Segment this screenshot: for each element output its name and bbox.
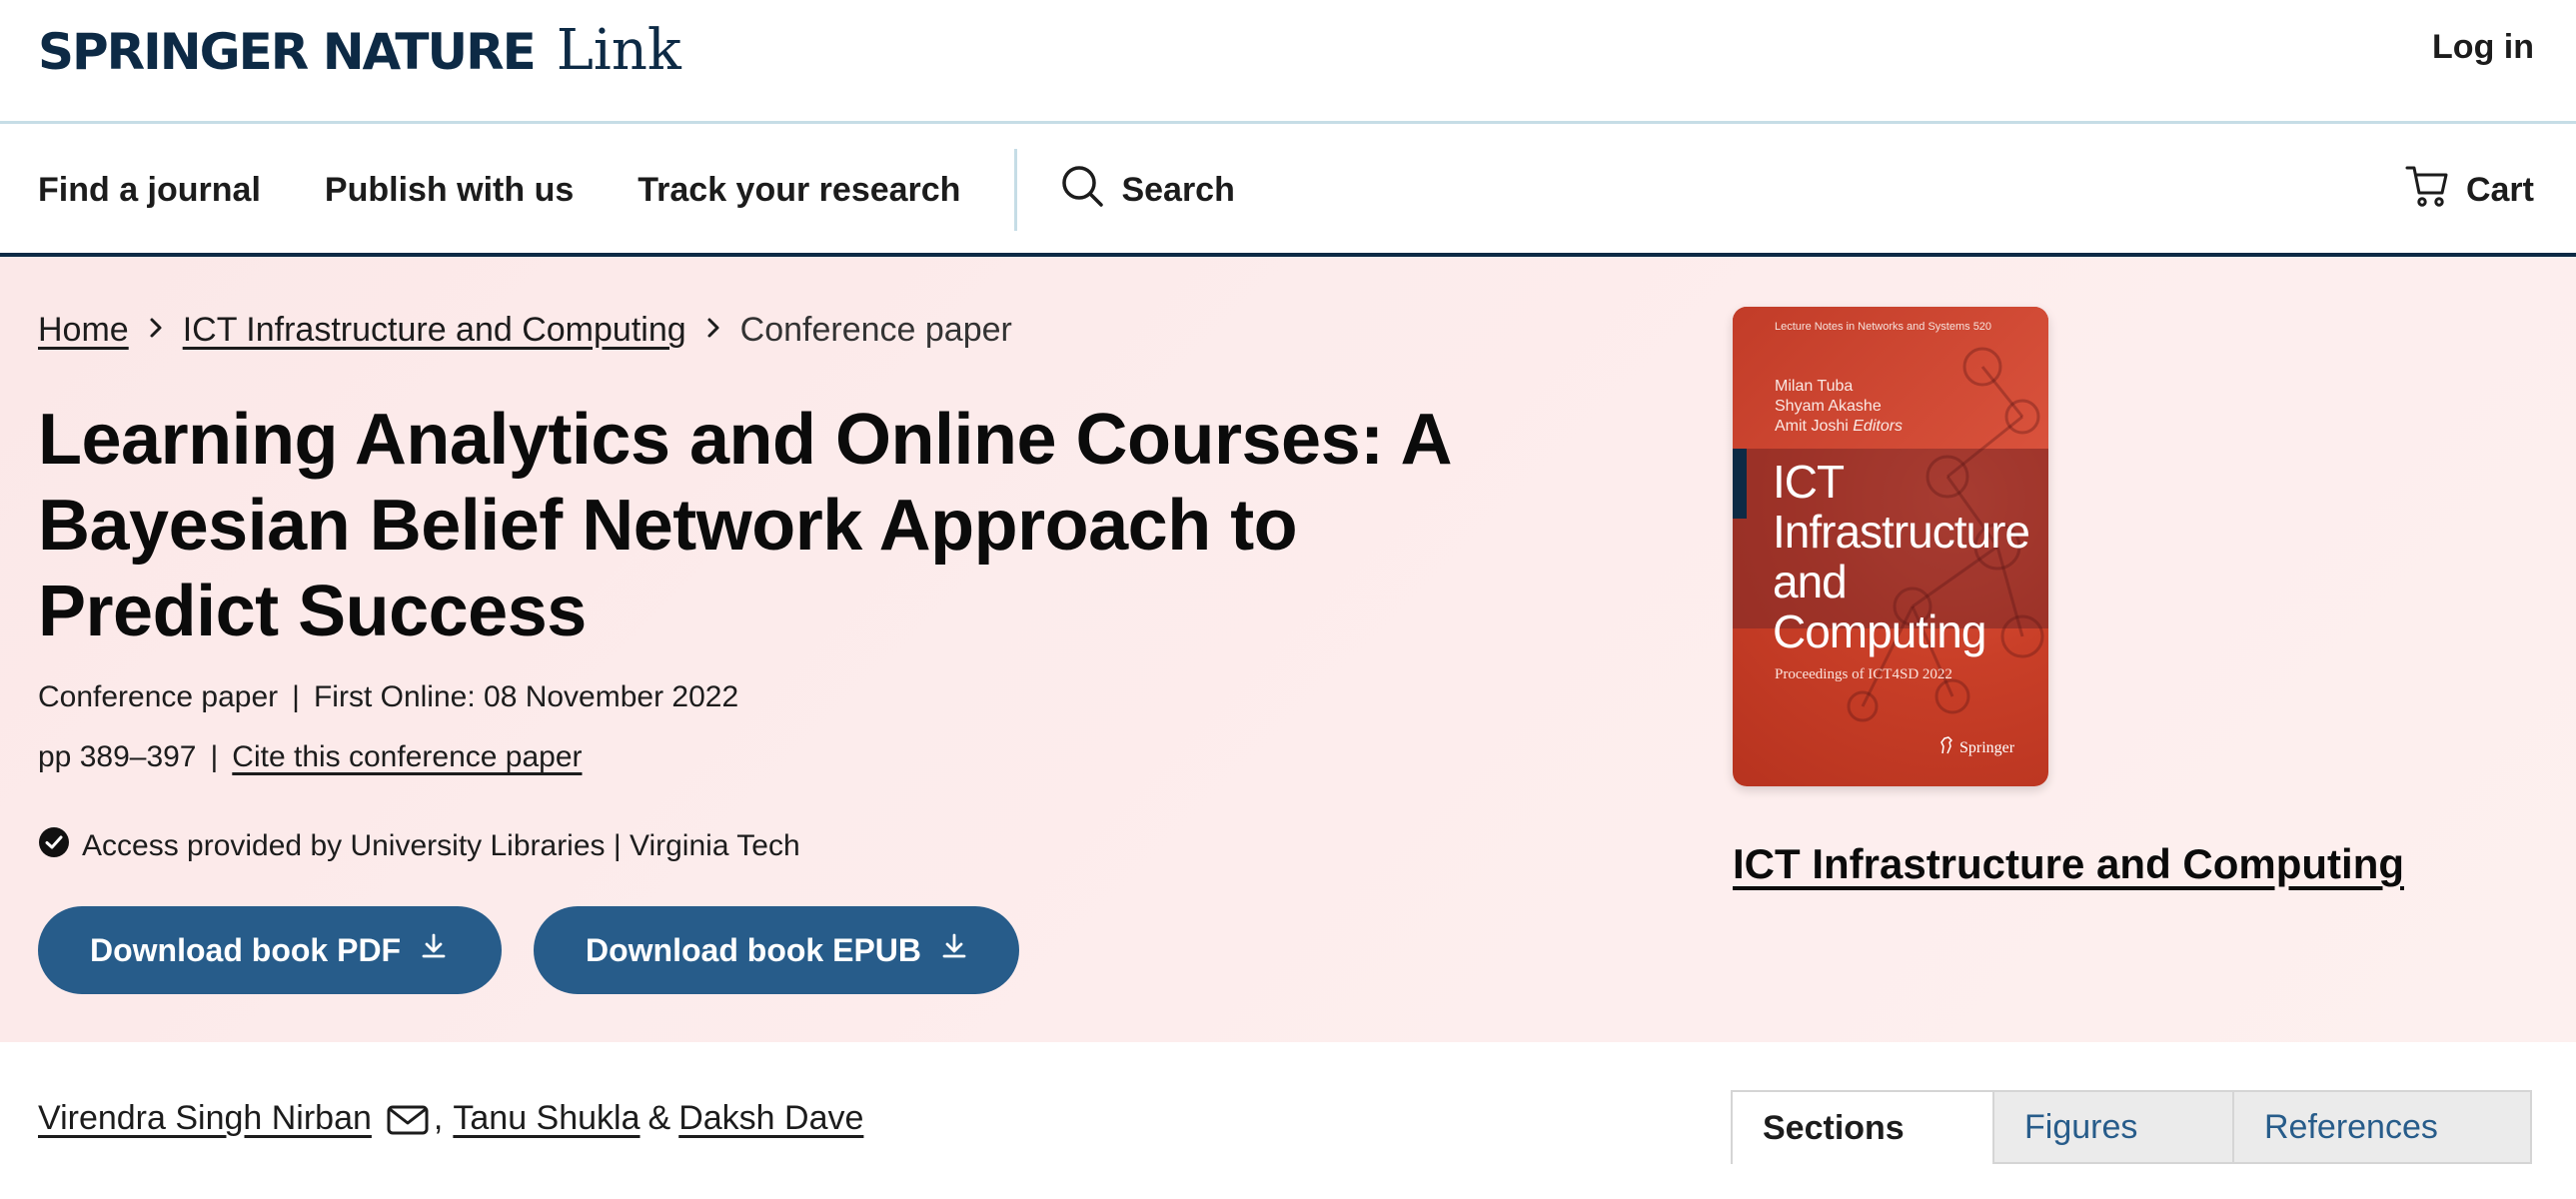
cover-series-text: Lecture Notes in Networks and Systems 52… <box>1775 321 1992 333</box>
nav-divider <box>1014 149 1018 231</box>
cover-editor-last: Amit Joshi Editors <box>1775 418 1904 435</box>
nav-publish-with-us[interactable]: Publish with us <box>325 171 574 210</box>
download-epub-label: Download book EPUB <box>586 931 921 968</box>
access-text: Access provided by University Libraries … <box>82 829 800 862</box>
article-title: Learning Analytics and Online Courses: A… <box>38 400 1450 651</box>
chevron-right-icon <box>147 314 165 348</box>
nav-track-research[interactable]: Track your research <box>638 171 960 210</box>
cover-publisher-name: Springer <box>1959 738 2015 756</box>
cover-title-line: Computing <box>1773 605 1986 657</box>
nav-cart[interactable]: Cart <box>2404 127 2534 253</box>
cite-link[interactable]: Cite this conference paper <box>232 740 582 773</box>
access-notice: Access provided by University Libraries … <box>38 826 800 866</box>
springer-horse-icon <box>1938 736 1954 759</box>
breadcrumb-home[interactable]: Home <box>38 311 129 350</box>
top-header: SPRINGER NATURE Link Log in <box>0 0 2576 124</box>
tab-sections[interactable]: Sections <box>1731 1090 1994 1164</box>
logo-brand: SPRINGER NATURE <box>38 23 537 81</box>
first-online-date: First Online: 08 November 2022 <box>313 680 739 713</box>
search-icon <box>1059 163 1105 218</box>
springer-nature-link-logo[interactable]: SPRINGER NATURE Link <box>38 18 681 88</box>
cart-icon <box>2404 163 2450 218</box>
article-hero: Home ICT Infrastructure and Computing Co… <box>0 257 2576 1042</box>
article-type: Conference paper <box>38 680 279 713</box>
author-link[interactable]: Tanu Shukla <box>453 1099 640 1138</box>
chevron-right-icon <box>704 314 722 348</box>
tab-references[interactable]: References <box>2234 1090 2532 1164</box>
book-title-link[interactable]: ICT Infrastructure and Computing <box>1733 840 2404 888</box>
download-icon <box>419 931 449 969</box>
email-icon[interactable] <box>386 1101 430 1137</box>
download-icon <box>939 931 969 969</box>
nav-search[interactable]: Search <box>1059 163 1235 218</box>
author-link[interactable]: Daksh Dave <box>678 1099 863 1138</box>
cover-editors: Milan Tuba Shyam Akashe Amit Joshi Edito… <box>1775 377 1903 437</box>
article-meta-type: Conference paper | First Online: 08 Novemb… <box>38 680 739 713</box>
article-meta-pages: pp 389–397 | Cite this conference paper <box>38 740 583 773</box>
author-separator: , <box>433 1099 444 1137</box>
cover-editor: Shyam Akashe <box>1775 398 1882 415</box>
cover-title-line: ICT <box>1773 456 1845 508</box>
cover-title-line: and <box>1773 556 1848 607</box>
cover-series-stripe <box>1733 449 1747 519</box>
tab-figures[interactable]: Figures <box>1994 1090 2234 1164</box>
nav-cart-label: Cart <box>2465 170 2534 209</box>
nav-find-journal[interactable]: Find a journal <box>38 171 261 210</box>
breadcrumb-book[interactable]: ICT Infrastructure and Computing <box>183 311 686 350</box>
cover-title-line: Infrastructure <box>1773 506 2030 558</box>
breadcrumb: Home ICT Infrastructure and Computing Co… <box>38 311 1012 350</box>
author-link[interactable]: Virendra Singh Nirban <box>38 1099 372 1138</box>
main-navigation: Find a journal Publish with us Track you… <box>0 127 2576 257</box>
author-list: Virendra Singh Nirban , Tanu Shukla & Da… <box>38 1099 863 1138</box>
download-pdf-button[interactable]: Download book PDF <box>38 906 502 994</box>
download-pdf-label: Download book PDF <box>90 931 402 968</box>
author-separator: & <box>647 1099 671 1137</box>
check-circle-icon <box>38 826 70 866</box>
download-epub-button[interactable]: Download book EPUB <box>534 906 1019 994</box>
login-link[interactable]: Log in <box>2432 28 2534 67</box>
logo-product: Link <box>556 18 681 83</box>
cover-publisher: Springer <box>1938 736 2014 759</box>
article-tabs: Sections Figures References <box>1731 1090 2532 1164</box>
breadcrumb-current: Conference paper <box>739 311 1012 349</box>
cover-editor: Milan Tuba <box>1775 378 1854 395</box>
book-cover-image[interactable]: Lecture Notes in Networks and Systems 52… <box>1733 307 2048 786</box>
nav-search-label: Search <box>1121 170 1235 209</box>
page-range: pp 389–397 <box>38 740 197 773</box>
cover-title: ICT Infrastructure and Computing <box>1773 456 2030 657</box>
cover-editors-suffix: Editors <box>1853 418 1904 435</box>
cover-subtitle: Proceedings of ICT4SD 2022 <box>1775 666 1952 682</box>
